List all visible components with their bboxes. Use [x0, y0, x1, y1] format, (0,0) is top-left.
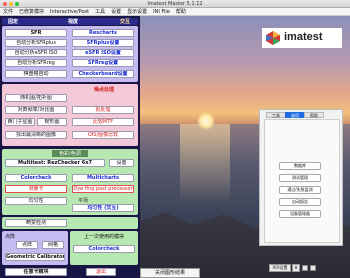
database-button[interactable]: 数据库 — [279, 162, 321, 170]
header-sharpness: 视度 — [68, 19, 79, 25]
roi-close-button[interactable]: x — [292, 264, 300, 272]
any-chart-button[interactable]: 任意卡模块 — [5, 268, 67, 276]
distortion-section: 畸变检测 — [2, 217, 138, 229]
module-panel: 固定 视度 交互 SFR Rescharts 自动分析SFRplus SFRpl… — [0, 16, 140, 278]
ois-compare-button[interactable]: OIS/图像比较 — [72, 131, 134, 139]
grid-button[interactable]: 网格 — [42, 241, 64, 249]
color-section-label: 色彩/色调 — [52, 150, 88, 157]
sun-image — [197, 112, 215, 130]
menu-ini-file[interactable]: INI File — [153, 9, 170, 15]
checkerboard-auto-button[interactable]: 棋盘格自动 — [5, 70, 67, 78]
tab-help[interactable]: 帮助 — [304, 112, 324, 118]
settings-tabs: 工具 选项 帮助 — [266, 112, 324, 118]
sharpness-section: SFR Rescharts 自动分析SFRplus SFRplus设置 自动分析… — [2, 26, 138, 82]
siemens-star-button[interactable]: 西门子星图 — [5, 118, 35, 126]
measure-card-button[interactable]: 测量卡 — [5, 185, 67, 193]
distortion-button[interactable]: 畸变检测 — [5, 219, 67, 227]
previous-module-label: 上一次使用的模块 — [83, 234, 124, 240]
header-fixed: 固定 — [8, 19, 19, 25]
test-manager-button[interactable]: 测试管理 — [279, 174, 321, 182]
multitest-button[interactable]: Multitest: RezChecker 6x7 — [5, 159, 105, 167]
menu-tools[interactable]: 工具 — [95, 8, 105, 15]
window-title: Imatest Master 5.1.12 — [147, 1, 203, 7]
sfr-button[interactable]: SFR — [5, 29, 67, 37]
sfrreg-setup-button[interactable]: SFRreg设置 — [72, 59, 134, 67]
find-sharpest-button[interactable]: 找出最清晰的图像 — [5, 131, 67, 139]
sfrplus-setup-button[interactable]: SFRplus设置 — [72, 39, 134, 47]
geometric-calibrator-button[interactable]: Geometric Calibrator — [5, 253, 65, 261]
toolbar-icon-2[interactable] — [310, 265, 316, 271]
settings-panel: 工具 选项 帮助 数据库 测试管理 通过/失败监测 自动报告 设备管理器 — [259, 109, 343, 246]
dots-button[interactable]: 点阵 — [16, 241, 38, 249]
dye-post-processor-button[interactable]: Dye fing post processor — [72, 185, 134, 193]
exit-button[interactable]: 退出 — [86, 268, 116, 276]
bottom-row: 任意卡模块 退出 — [2, 267, 138, 277]
imatest-logo-icon — [266, 31, 280, 45]
log-freq-contrast-button[interactable]: 对数频率/对比图 — [5, 106, 67, 114]
pass-fail-monitor-button[interactable]: 通过/失败监测 — [279, 186, 321, 194]
auto-sfrplus-button[interactable]: 自动分析SFRplus — [5, 39, 67, 47]
auto-report-button[interactable]: 自动报告 — [279, 198, 321, 206]
pixels-section-label: 点阵 — [5, 234, 16, 240]
menu-help[interactable]: 帮助 — [176, 8, 186, 15]
checkerboard-setup-button[interactable]: Checkerboard设置 — [72, 70, 134, 78]
batch-button[interactable]: 批处理 — [72, 106, 134, 114]
imatest-logo: imatest — [262, 28, 342, 48]
menu-file[interactable]: 文件 — [3, 8, 13, 15]
wedge-button[interactable]: 楔形图 — [37, 118, 67, 126]
tab-tools[interactable]: 工具 — [266, 112, 286, 118]
auto-sfrreg-button[interactable]: 自动分析SFRreg — [5, 59, 67, 67]
geometry-section: 点阵 点阵 网格 Geometric Calibrator — [2, 231, 68, 265]
esfr-setup-button[interactable]: eSFR ISO设置 — [72, 49, 134, 57]
uniformity-button[interactable]: 均匀性 — [5, 197, 67, 205]
previous-module-section: 上一次使用的模块 Colorcheck — [70, 231, 138, 265]
noise-section: 噪点处理 随机图/拓扑图 对数频率/对比图 批处理 西门子星图 楔形图 比较MT… — [2, 84, 138, 146]
device-manager-button[interactable]: 设备管理器 — [279, 210, 321, 218]
noise-section-label: 噪点处理 — [94, 87, 115, 93]
uniformity-interactive-button[interactable]: 均匀性 (交互) — [72, 204, 134, 212]
rescharts-button[interactable]: Rescharts — [72, 29, 134, 37]
tab-options[interactable]: 选项 — [285, 112, 305, 118]
menu-bar: 文件 已修复模块 Interactive/Post 工具 设置 显示设置 INI… — [0, 8, 350, 16]
previous-colorcheck-button[interactable]: Colorcheck — [73, 245, 135, 253]
settings-content: 数据库 测试管理 通过/失败监测 自动报告 设备管理器 — [264, 119, 340, 243]
sun-reflection — [180, 124, 230, 204]
header-interactive: 交互 — [120, 19, 131, 25]
roi-settings-button[interactable]: ROI设置 — [269, 264, 291, 272]
multitest-setup-button[interactable]: 设置 — [109, 159, 134, 167]
multicharts-button[interactable]: Multicharts — [72, 174, 134, 182]
menu-display-settings[interactable]: 显示设置 — [127, 8, 147, 15]
auto-esfr-button[interactable]: 自动分析eSFR ISO — [5, 49, 67, 57]
menu-settings[interactable]: 设置 — [111, 8, 121, 15]
random-topo-button[interactable]: 随机图/拓扑图 — [5, 94, 67, 102]
compare-mtf-button[interactable]: 比较MTF — [72, 118, 134, 126]
menu-fixed-modules[interactable]: 已修复模块 — [19, 8, 44, 15]
title-bar: Imatest Master 5.1.12 — [0, 0, 350, 8]
close-figures-button[interactable]: 关闭图形结果 — [140, 268, 200, 278]
logo-text: imatest — [284, 31, 323, 43]
color-section: 色彩/色调 Multitest: RezChecker 6x7 设置 Color… — [2, 149, 138, 215]
menu-interactive-post[interactable]: Interactive/Post — [50, 9, 89, 15]
panel-header: 固定 视度 交互 — [2, 18, 138, 25]
uniformity-section-label: 平场 — [78, 198, 89, 204]
colorcheck-button[interactable]: Colorcheck — [5, 174, 67, 182]
toolbar-icon-1[interactable] — [302, 265, 308, 271]
